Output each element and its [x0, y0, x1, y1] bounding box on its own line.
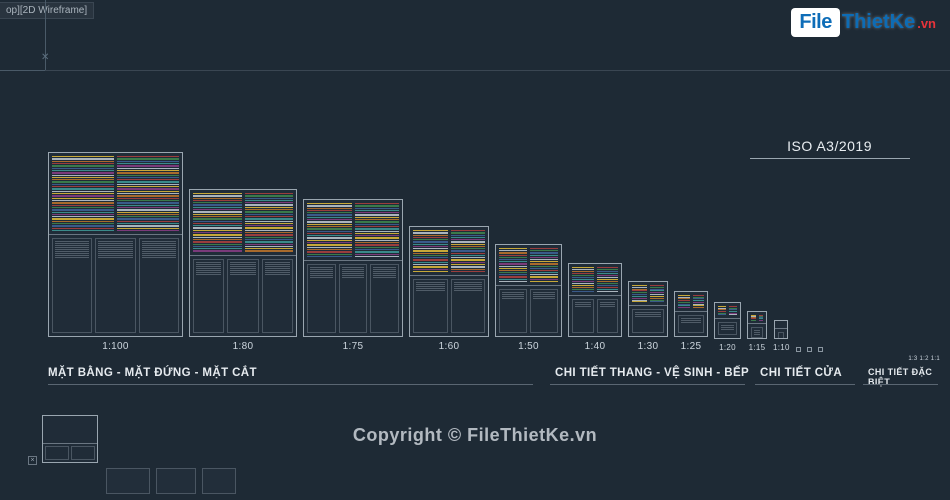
brand-box: File	[791, 8, 839, 37]
guide-horizontal-left	[0, 70, 45, 71]
section-rule-b	[550, 384, 745, 385]
section-heading-details-stair: CHI TIẾT THANG - VỆ SINH - BẾP	[555, 367, 749, 379]
brand-name: ThietKe	[842, 11, 915, 34]
scale-sheet[interactable]: 1:50	[495, 244, 562, 352]
ghost-thumb	[106, 468, 150, 494]
section-rule-d	[863, 384, 938, 385]
brand-tld: .vn	[917, 16, 936, 31]
scale-label: 1:25	[681, 341, 702, 352]
section-rule-c	[755, 384, 855, 385]
micro-scale-labels: 1:3 1:2 1:1	[908, 356, 940, 362]
scale-sheet[interactable]: 1:20	[714, 302, 741, 352]
scale-sheet-row[interactable]: 1:100 1:80 1:75 1:60 1:50 1:40 1:30 1:25 1:20 1:1…	[48, 152, 928, 352]
ghost-thumb	[156, 468, 196, 494]
scale-sheet[interactable]: 1:15	[747, 311, 767, 352]
scale-label: 1:100	[102, 341, 129, 352]
scale-label: 1:15	[749, 343, 766, 352]
scale-sheet[interactable]: 1:75	[303, 199, 403, 352]
section-rule-a	[48, 384, 533, 385]
ghost-thumb	[202, 468, 236, 494]
scale-label: 1:75	[343, 341, 364, 352]
scale-label: 1:30	[638, 341, 659, 352]
brand-watermark: File ThietKe .vn	[791, 8, 936, 37]
scale-label: 1:20	[719, 343, 736, 352]
scale-sheet[interactable]: 1:60	[409, 226, 489, 352]
close-marker-icon[interactable]: ×	[28, 456, 37, 465]
scale-sheet[interactable]: 1:80	[189, 189, 297, 352]
scale-sheet[interactable]: 1:100	[48, 152, 183, 352]
scale-label: 1:50	[518, 341, 539, 352]
scale-label: 1:10	[773, 343, 790, 352]
scale-label: 1:40	[585, 341, 606, 352]
scale-sheet[interactable]: 1:10	[773, 320, 790, 352]
origin-marker: ✕	[41, 52, 49, 60]
scale-sheet[interactable]	[807, 347, 812, 352]
section-heading-plans: MẶT BẰNG - MẶT ĐỨNG - MẶT CẮT	[48, 367, 257, 379]
copyright-watermark: Copyright © FileThietKe.vn	[0, 425, 950, 446]
scale-sheet[interactable]	[796, 347, 801, 352]
scale-label: 1:80	[233, 341, 254, 352]
section-heading-door-details: CHI TIẾT CỬA	[760, 367, 842, 379]
scale-sheet[interactable]	[818, 347, 823, 352]
viewport-label: op][2D Wireframe]	[0, 2, 94, 19]
scale-sheet[interactable]: 1:40	[568, 263, 622, 352]
scale-label: 1:60	[439, 341, 460, 352]
guide-horizontal-main	[45, 70, 950, 71]
scale-sheet[interactable]: 1:30	[628, 281, 668, 352]
scale-sheet[interactable]: 1:25	[674, 291, 708, 352]
